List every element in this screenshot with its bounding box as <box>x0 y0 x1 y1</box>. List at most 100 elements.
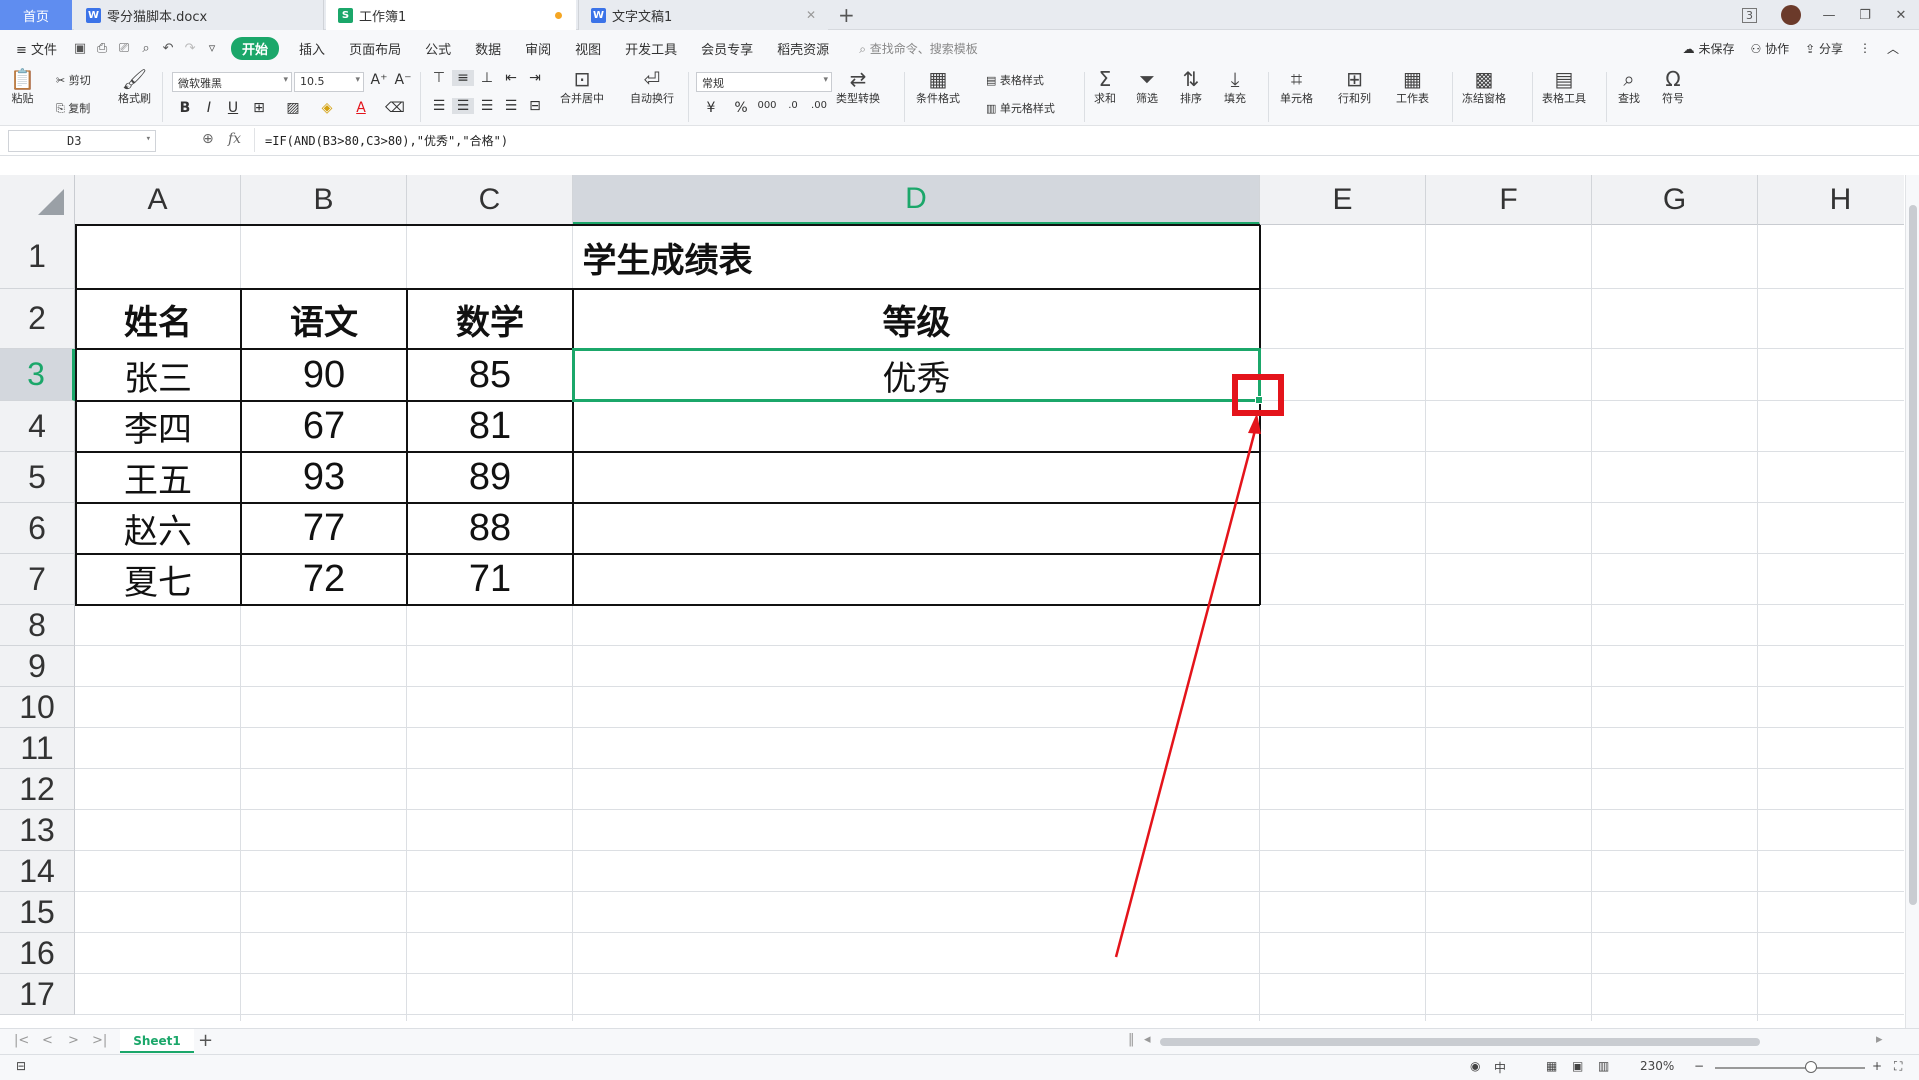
print-icon[interactable]: ⎚ <box>113 41 135 56</box>
minimize-icon[interactable]: — <box>1811 8 1847 23</box>
vertical-scrollbar[interactable] <box>1905 175 1919 1028</box>
column-header-d[interactable]: D <box>573 175 1260 225</box>
column-header-c[interactable]: C <box>407 175 573 225</box>
tab-document[interactable]: W 零分猫脚本.docx <box>74 0 324 30</box>
save-icon[interactable]: ▣ <box>69 41 91 56</box>
first-sheet-icon[interactable]: |< <box>14 1033 29 1048</box>
macro-icon[interactable]: ⊟ <box>16 1059 26 1073</box>
formula-input[interactable]: =IF(AND(B3>80,C3>80),"优秀","合格") <box>254 128 1914 152</box>
column-header-a[interactable]: A <box>75 175 241 225</box>
menu-page-layout[interactable]: 页面布局 <box>337 39 413 58</box>
new-tab-button[interactable]: + <box>838 3 855 27</box>
freeze-panes-button[interactable]: ▩ 冻结窗格 <box>1462 68 1506 106</box>
restore-icon[interactable]: ❐ <box>1847 8 1883 23</box>
row-header-11[interactable]: 11 <box>0 728 75 769</box>
number-format-select[interactable]: 常规 <box>696 72 832 92</box>
type-convert-button[interactable]: ⇄ 类型转换 <box>836 68 880 106</box>
thousands-icon[interactable]: 000 <box>756 100 778 111</box>
header-cell[interactable]: 等级 <box>573 289 1260 349</box>
data-cell[interactable]: 81 <box>407 401 573 452</box>
row-header-6[interactable]: 6 <box>0 503 75 554</box>
redo-icon[interactable]: ↷ <box>179 41 201 56</box>
data-cell[interactable]: 李四 <box>75 401 241 452</box>
vertical-scroll-thumb[interactable] <box>1909 205 1917 905</box>
sheet-tab-sheet1[interactable]: Sheet1 <box>120 1029 194 1053</box>
header-cell[interactable]: 数学 <box>407 289 573 349</box>
row-header-12[interactable]: 12 <box>0 769 75 810</box>
underline-icon[interactable]: U <box>222 100 244 116</box>
tab-home[interactable]: 首页 <box>0 0 72 30</box>
close-window-icon[interactable]: ✕ <box>1883 8 1919 23</box>
fill-color-icon[interactable]: ◈ <box>316 100 338 116</box>
menu-developer[interactable]: 开发工具 <box>613 39 689 58</box>
input-method-icon[interactable]: 中 <box>1494 1059 1506 1076</box>
row-header-8[interactable]: 8 <box>0 605 75 646</box>
align-bottom-icon[interactable]: ⊥ <box>476 70 498 86</box>
currency-icon[interactable]: ¥ <box>700 100 722 116</box>
row-header-9[interactable]: 9 <box>0 646 75 687</box>
data-cell[interactable]: 85 <box>407 349 573 401</box>
tab-text-doc[interactable]: W 文字文稿1 ✕ <box>578 0 828 30</box>
page-layout-view-icon[interactable]: ▣ <box>1572 1059 1583 1073</box>
font-name-select[interactable]: 微软雅黑 <box>172 72 292 92</box>
data-cell[interactable]: 89 <box>407 452 573 503</box>
share-button[interactable]: ⇪ 分享 <box>1805 40 1843 57</box>
increase-font-icon[interactable]: A⁺ <box>368 72 390 88</box>
table-style-button[interactable]: ▤ 表格样式 <box>986 72 1044 88</box>
zoom-slider[interactable] <box>1715 1067 1865 1069</box>
font-color-icon[interactable]: A <box>350 100 372 116</box>
conditional-format-button[interactable]: ▦ 条件格式 <box>916 68 960 106</box>
row-header-17[interactable]: 17 <box>0 974 75 1015</box>
menu-insert[interactable]: 插入 <box>287 39 337 58</box>
row-col-button[interactable]: ⊞ 行和列 <box>1338 68 1371 106</box>
increase-decimal-icon[interactable]: .0 <box>782 100 804 111</box>
sheet-grid[interactable]: ABCDEFGH 1 2 3 4 5 6 7 8 9 10 11 12 13 14 15 16 17 学生成绩表姓… <box>0 175 1904 1021</box>
fx-icon[interactable]: fx <box>228 131 241 147</box>
menu-view[interactable]: 视图 <box>563 39 613 58</box>
export-icon[interactable]: ⎙ <box>91 41 113 56</box>
normal-view-icon[interactable]: ▦ <box>1546 1059 1557 1073</box>
clear-icon[interactable]: ⌫ <box>384 100 406 116</box>
data-cell[interactable]: 88 <box>407 503 573 554</box>
symbol-button[interactable]: Ω 符号 <box>1662 68 1684 106</box>
tab-workbook[interactable]: S 工作簿1 <box>326 0 576 30</box>
zoom-out-icon[interactable]: − <box>1694 1059 1704 1073</box>
scroll-left-icon[interactable]: ◂ <box>1144 1032 1151 1047</box>
align-center-icon[interactable]: ☰ <box>452 98 474 114</box>
row-header-7[interactable]: 7 <box>0 554 75 605</box>
collab-button[interactable]: ⚇ 协作 <box>1751 40 1790 57</box>
row-header-3[interactable]: 3 <box>0 349 75 401</box>
distribute-icon[interactable]: ⊟ <box>524 98 546 114</box>
bold-icon[interactable]: B <box>174 100 196 116</box>
indent-decrease-icon[interactable]: ⇤ <box>500 70 522 86</box>
header-cell[interactable]: 语文 <box>241 289 407 349</box>
cell-shading-icon[interactable]: ▨ <box>282 100 304 116</box>
table-title-cell[interactable]: 学生成绩表 <box>75 225 1260 289</box>
zoom-formula-icon[interactable]: ⊕ <box>202 131 214 147</box>
copy-button[interactable]: ⎘ 复制 <box>56 100 90 116</box>
row-header-10[interactable]: 10 <box>0 687 75 728</box>
menu-start[interactable]: 开始 <box>231 36 280 60</box>
select-all-corner[interactable] <box>0 175 75 225</box>
zoom-level[interactable]: 230% <box>1640 1059 1674 1073</box>
active-cell-outline[interactable] <box>572 348 1261 402</box>
column-header-g[interactable]: G <box>1592 175 1758 225</box>
prev-sheet-icon[interactable]: < <box>42 1033 53 1048</box>
percent-icon[interactable]: % <box>730 100 752 116</box>
format-painter-button[interactable]: 🖌 格式刷 <box>118 68 151 106</box>
data-cell[interactable] <box>573 503 1260 554</box>
data-cell[interactable] <box>573 401 1260 452</box>
more-icon[interactable]: ⋮ <box>1859 41 1871 55</box>
align-left-icon[interactable]: ☰ <box>428 98 450 114</box>
data-cell[interactable]: 71 <box>407 554 573 605</box>
paste-button[interactable]: 📋 粘贴 <box>10 68 35 106</box>
cell-button[interactable]: ⌗ 单元格 <box>1280 68 1313 106</box>
cut-button[interactable]: ✂ 剪切 <box>56 72 91 88</box>
undo-icon[interactable]: ↶ <box>157 41 179 56</box>
sort-button[interactable]: ⇅ 排序 <box>1180 68 1202 106</box>
data-cell[interactable]: 张三 <box>75 349 241 401</box>
data-cell[interactable]: 王五 <box>75 452 241 503</box>
align-right-icon[interactable]: ☰ <box>476 98 498 114</box>
header-cell[interactable]: 姓名 <box>75 289 241 349</box>
menu-member[interactable]: 会员专享 <box>689 39 765 58</box>
